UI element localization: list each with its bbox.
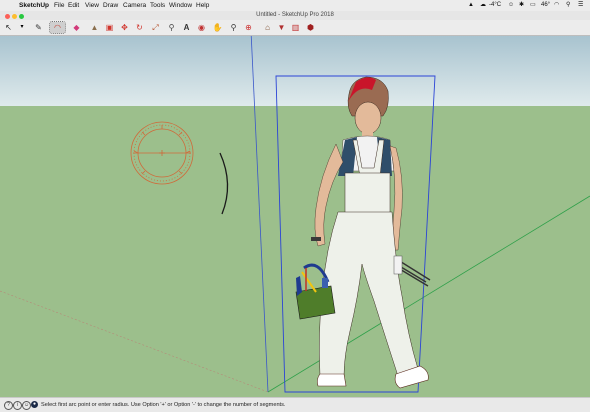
sky	[0, 36, 590, 106]
tape-measure-tool[interactable]: ⚲	[166, 22, 177, 33]
weather-temp[interactable]: -4°C	[489, 0, 501, 11]
paint-bucket-tool[interactable]: ▲	[89, 22, 100, 33]
tape-measure-icon: ⚲	[168, 23, 175, 32]
zoom-tool[interactable]: ⚲	[228, 22, 239, 33]
menu-camera[interactable]: Camera	[123, 0, 146, 11]
chevron-down-icon: ▾	[20, 24, 24, 30]
layout-button[interactable]: ▥	[290, 22, 301, 33]
status-message: Select first arc point or enter radius. …	[41, 402, 286, 408]
rotate-icon: ↻	[136, 23, 143, 32]
status-bar: ? i ☺ ● Select first arc point or enter …	[0, 397, 590, 412]
3d-warehouse-button[interactable]: ⌂	[262, 22, 273, 33]
rotate-tool[interactable]: ↻	[134, 22, 145, 33]
menu-draw[interactable]: Draw	[103, 0, 118, 11]
menu-edit[interactable]: Edit	[68, 0, 79, 11]
instructor-icon[interactable]: ●	[31, 401, 38, 408]
display-icon[interactable]: ▭	[530, 0, 536, 11]
text-tool[interactable]: A	[181, 22, 192, 33]
ground	[0, 106, 590, 397]
pan-tool[interactable]: ✋	[212, 22, 223, 33]
menu-view[interactable]: View	[85, 0, 99, 11]
menu-help[interactable]: Help	[196, 0, 209, 11]
bluetooth-icon[interactable]: ✱	[519, 0, 524, 11]
zoom-extents-icon: ⊕	[245, 23, 252, 32]
extension-warehouse-button[interactable]: ▼	[276, 22, 287, 33]
main-toolbar: ↖ ▾ ✎ ◠ ◆ ▲ ▣ ✥ ↻ ⤢ ⚲ A ◉ ✋ ⚲ ⊕ ⌂ ▼ ▥ ⬢	[0, 20, 590, 36]
move-tool[interactable]: ✥	[119, 22, 130, 33]
menu-file[interactable]: File	[54, 0, 64, 11]
menu-app-name[interactable]: SketchUp	[19, 0, 49, 11]
scale-icon: ⤢	[152, 23, 159, 32]
window-title: Untitled - SketchUp Pro 2018	[256, 12, 334, 18]
zoom-extents-tool[interactable]: ⊕	[243, 22, 254, 33]
wifi-icon[interactable]: ◠	[554, 0, 559, 11]
geo-location-icon[interactable]: ?	[4, 401, 13, 410]
eraser-icon: ◆	[73, 23, 80, 32]
push-pull-icon: ▣	[105, 23, 114, 32]
scale-tool[interactable]: ⤢	[150, 22, 161, 33]
menu-list-icon[interactable]: ☰	[578, 0, 583, 11]
cloud-icon[interactable]: ☁	[480, 0, 486, 11]
user-icon[interactable]: ☺	[508, 0, 514, 11]
move-icon: ✥	[121, 23, 128, 32]
push-pull-tool[interactable]: ▣	[104, 22, 115, 33]
menu-window[interactable]: Window	[169, 0, 192, 11]
extension-manager-button[interactable]: ⬢	[305, 22, 316, 33]
orbit-icon: ◉	[198, 23, 205, 32]
search-icon[interactable]: ⚲	[566, 0, 570, 11]
dropbox-icon[interactable]: ▲	[468, 0, 474, 11]
select-icon: ↖	[5, 23, 12, 32]
zoom-icon: ⚲	[230, 23, 237, 32]
arc-tool[interactable]: ◠	[49, 21, 66, 34]
model-viewport[interactable]	[0, 30, 590, 397]
layout-icon: ▥	[291, 23, 300, 32]
select-dropdown[interactable]: ▾	[19, 22, 25, 33]
orbit-tool[interactable]: ◉	[196, 22, 207, 33]
pencil-icon: ✎	[35, 23, 42, 32]
user-account-icon[interactable]: ☺	[22, 401, 31, 410]
text-icon: A	[183, 23, 190, 32]
battery-temp[interactable]: 46°	[541, 0, 550, 11]
window-titlebar: Untitled - SketchUp Pro 2018	[0, 11, 590, 20]
credits-icon[interactable]: i	[13, 401, 22, 410]
arc-icon: ◠	[54, 23, 61, 32]
pencil-tool[interactable]: ✎	[33, 22, 44, 33]
pan-icon: ✋	[212, 23, 223, 32]
extension-warehouse-icon: ▼	[277, 23, 286, 32]
3d-warehouse-icon: ⌂	[265, 23, 270, 32]
extension-manager-icon: ⬢	[307, 23, 314, 32]
paint-bucket-icon: ▲	[90, 23, 99, 32]
select-tool[interactable]: ↖	[3, 22, 14, 33]
eraser-tool[interactable]: ◆	[71, 22, 82, 33]
menu-tools[interactable]: Tools	[150, 0, 165, 11]
viewport-canvas[interactable]	[0, 30, 590, 397]
